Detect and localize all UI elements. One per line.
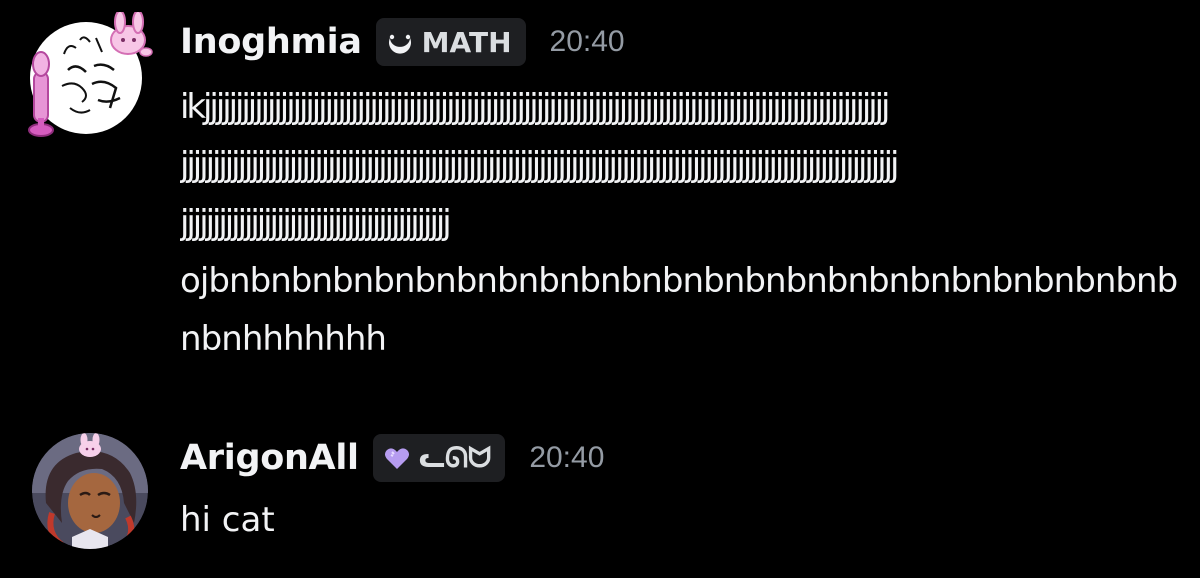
message-line: jjjjjjjjjjjjjjjjjjjjjjjjjjjjjjjjjjjjjjjj… — [180, 145, 899, 185]
heart-icon — [383, 444, 411, 472]
server-tag[interactable]: ᓚᘏᗢ — [372, 434, 506, 482]
timestamp[interactable]: 20:40 — [550, 25, 625, 59]
message-line: nbnhhhhhhh — [180, 319, 387, 359]
server-tag[interactable]: MATH — [375, 18, 526, 66]
username[interactable]: ArigonAll — [180, 438, 359, 478]
message-line: jjjjjjjjjjjjjjjjjjjjjjjjjjjjjjjjjjjjjjjj… — [180, 203, 452, 243]
avatar-drawing — [28, 12, 153, 137]
server-tag-label: MATH — [421, 25, 512, 59]
message-line: ikjjjjjjjjjjjjjjjjjjjjjjjjjjjjjjjjjjjjjj… — [180, 87, 891, 127]
message-line: hi cat — [180, 500, 275, 540]
crescent-icon — [386, 28, 414, 56]
message-content: hi cat — [180, 495, 1180, 545]
user-avatar[interactable] — [32, 433, 148, 549]
message-inoghmia: Inoghmia MATH 20:40 ikjjjjjjjjjjjjjjjjjj… — [0, 0, 1200, 400]
timestamp[interactable]: 20:40 — [529, 441, 604, 475]
avatar-drawing — [32, 433, 148, 549]
message-header: Inoghmia MATH 20:40 — [180, 16, 625, 68]
server-tag-label: ᓚᘏᗢ — [418, 441, 492, 474]
message-header: ArigonAll ᓚᘏᗢ 20:40 — [180, 432, 604, 484]
message-line: ojbnbnbnbnbnbnbnbnbnbnbnbnbnbnbnbnbnbnbn… — [180, 261, 1178, 301]
user-avatar[interactable] — [28, 12, 153, 137]
username[interactable]: Inoghmia — [180, 22, 362, 62]
message-arigonall: ArigonAll ᓚᘏᗢ 20:40 hi cat — [0, 400, 1200, 578]
message-content: ikjjjjjjjjjjjjjjjjjjjjjjjjjjjjjjjjjjjjjj… — [180, 78, 1180, 368]
